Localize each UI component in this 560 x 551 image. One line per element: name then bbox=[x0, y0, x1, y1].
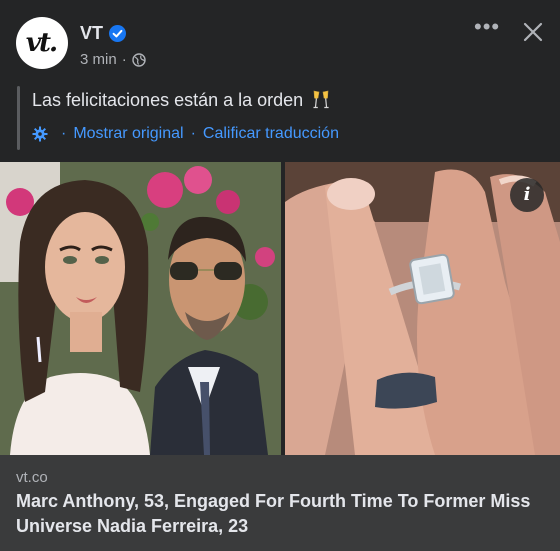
meta-separator: · bbox=[121, 51, 127, 68]
translation-quote-bar bbox=[17, 86, 20, 150]
verified-badge-icon bbox=[109, 25, 127, 42]
globe-icon bbox=[131, 52, 146, 67]
link-headline[interactable]: Marc Anthony, 53, Engaged For Fourth Tim… bbox=[16, 489, 546, 539]
facebook-post: vt. VT 3 min · ••• Las felicitaciones es… bbox=[0, 0, 560, 551]
translation-separator: · bbox=[190, 125, 196, 142]
author-name[interactable]: VT bbox=[80, 23, 103, 44]
champagne-glasses-icon bbox=[311, 89, 331, 111]
couple-photo[interactable] bbox=[0, 162, 281, 455]
close-icon[interactable] bbox=[522, 21, 544, 43]
post-media[interactable]: i bbox=[0, 162, 560, 455]
show-original-link[interactable]: Mostrar original bbox=[73, 125, 183, 143]
rate-translation-link[interactable]: Calificar traducción bbox=[203, 125, 339, 143]
post-text-content: Las felicitaciones están a la orden bbox=[32, 89, 304, 110]
translation-actions: · Mostrar original · Calificar traducció… bbox=[32, 125, 339, 143]
info-icon[interactable]: i bbox=[510, 178, 544, 212]
post-meta: 3 min · bbox=[80, 51, 146, 68]
gear-icon[interactable] bbox=[32, 126, 48, 142]
author-row: VT bbox=[80, 23, 127, 44]
link-domain: vt.co bbox=[16, 469, 48, 486]
more-options-icon[interactable]: ••• bbox=[474, 16, 500, 40]
timestamp[interactable]: 3 min bbox=[80, 51, 117, 68]
post-text: Las felicitaciones están a la orden bbox=[32, 89, 331, 111]
post-header: vt. VT 3 min · ••• bbox=[0, 0, 560, 80]
avatar[interactable]: vt. bbox=[16, 17, 68, 69]
translation-separator: · bbox=[61, 125, 67, 142]
link-preview[interactable]: vt.co Marc Anthony, 53, Engaged For Four… bbox=[0, 455, 560, 551]
